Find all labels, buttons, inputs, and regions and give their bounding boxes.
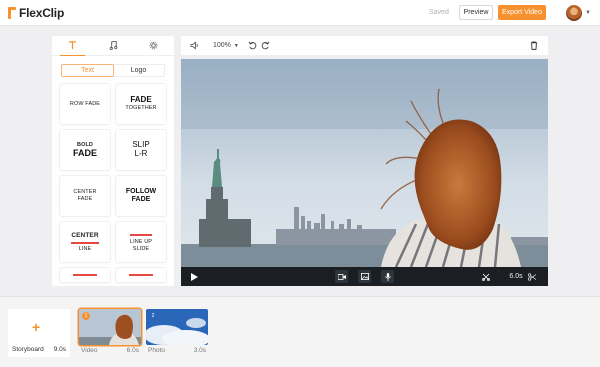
clip-index-badge: 2	[149, 312, 157, 320]
clip-duration: 6.0s	[126, 347, 139, 354]
clip-label: Video	[81, 347, 98, 354]
tile-label: FOLLOW	[125, 187, 157, 195]
tile-sublabel: FADE	[131, 196, 151, 203]
text-icon	[68, 41, 76, 50]
panel-tabs	[52, 36, 174, 56]
storyboard-label: Storyboard	[12, 346, 44, 353]
text-style-line-up-slide[interactable]: LINE UP SLIDE	[116, 222, 166, 262]
left-panel: Text Logo ROW FADE FADE TOGETHER BOLD FA…	[52, 36, 174, 286]
chevron-down-icon: ▼	[233, 42, 239, 49]
divider	[73, 274, 97, 276]
tile-label: ROW FADE	[69, 100, 101, 107]
tile-sublabel: LINE	[78, 245, 92, 252]
microphone-icon[interactable]	[381, 270, 394, 283]
tab-music[interactable]	[93, 36, 134, 55]
clip-duration[interactable]: 6.0s	[506, 271, 526, 282]
music-icon	[109, 41, 117, 50]
video-frame-image	[181, 59, 548, 267]
player-controls: 6.0s	[181, 267, 548, 286]
top-bar: FlexClip Saved Preview Export Video ▼	[0, 0, 600, 26]
scissors-icon[interactable]	[527, 271, 537, 282]
storyboard-total: 9.0s	[53, 346, 66, 353]
split-icon[interactable]	[481, 271, 491, 282]
image-icon[interactable]	[358, 270, 371, 283]
clip-thumbnail: 2	[146, 309, 208, 345]
zoom-select[interactable]: 100% ▼	[213, 40, 239, 51]
flexclip-logo[interactable]: FlexClip	[8, 5, 64, 21]
export-video-button[interactable]: Export Video	[498, 5, 546, 20]
timeline-clip-photo[interactable]: 2 Photo 3.0s	[146, 309, 208, 357]
logo-mark-icon	[8, 7, 18, 19]
tab-settings[interactable]	[133, 36, 174, 55]
clip-label: Photo	[148, 347, 165, 354]
divider	[71, 241, 99, 244]
tile-sublabel: FADE	[72, 147, 97, 158]
storyboard-label-row: Storyboard 9.0s	[12, 346, 66, 353]
video-camera-icon[interactable]	[335, 270, 348, 283]
logo-text: FlexClip	[19, 6, 65, 20]
chevron-down-icon[interactable]: ▼	[585, 10, 591, 16]
tile-sublabel: FADE	[77, 196, 93, 202]
clip-index-badge: 1	[82, 312, 90, 320]
timeline: + Storyboard 9.0s 1 Video 6.0s 2 Photo 3…	[0, 296, 600, 367]
text-style-row-fade[interactable]: ROW FADE	[60, 84, 110, 124]
clip-meta: Photo 3.0s	[146, 345, 208, 354]
text-style-partial[interactable]	[60, 268, 110, 282]
preview-button[interactable]: Preview	[459, 5, 493, 20]
saved-status: Saved	[429, 9, 449, 16]
tile-label: CENTER	[73, 189, 97, 196]
plus-icon: +	[32, 319, 41, 335]
tile-sublabel: TOGETHER	[125, 105, 157, 112]
segment-text[interactable]: Text	[61, 64, 114, 77]
clip-meta: Video 6.0s	[79, 345, 141, 354]
text-style-follow-fade[interactable]: FOLLOW FADE	[116, 176, 166, 216]
text-logo-toggle: Text Logo	[61, 64, 165, 77]
tile-sublabel: L-R	[134, 149, 148, 158]
divider	[130, 233, 152, 236]
avatar[interactable]	[566, 5, 582, 21]
divider	[129, 274, 153, 276]
redo-icon[interactable]	[261, 40, 270, 51]
text-style-grid: ROW FADE FADE TOGETHER BOLD FADE SLIP L-…	[60, 84, 168, 282]
text-style-partial[interactable]	[116, 268, 166, 282]
text-style-slip-lr[interactable]: SLIP L-R	[116, 130, 166, 170]
trash-icon[interactable]	[530, 40, 538, 51]
text-style-fade-together[interactable]: FADE TOGETHER	[116, 84, 166, 124]
settings-icon	[149, 41, 158, 50]
video-preview[interactable]	[181, 59, 548, 267]
tile-label: FADE	[130, 95, 152, 105]
text-style-center-fade[interactable]: CENTER FADE	[60, 176, 110, 216]
clip-thumbnail: 1	[79, 309, 141, 345]
text-style-bold-fade[interactable]: BOLD FADE	[60, 130, 110, 170]
segment-logo[interactable]: Logo	[113, 65, 164, 76]
storyboard-add-button[interactable]: + Storyboard 9.0s	[8, 309, 70, 357]
tile-label: CENTER	[71, 231, 99, 239]
tile-label: LINE UP	[129, 238, 153, 245]
timeline-clip-video[interactable]: 1 Video 6.0s	[79, 309, 141, 357]
zoom-value: 100%	[213, 42, 231, 49]
tab-text[interactable]	[52, 36, 93, 56]
undo-icon[interactable]	[248, 40, 257, 51]
clip-duration: 3.0s	[193, 347, 206, 354]
editor-toolbar: 100% ▼	[181, 36, 548, 55]
text-style-center-line[interactable]: CENTER LINE	[60, 222, 110, 262]
tile-sublabel: SLIDE	[132, 245, 150, 252]
play-icon[interactable]	[190, 271, 198, 282]
volume-icon[interactable]	[190, 40, 199, 51]
